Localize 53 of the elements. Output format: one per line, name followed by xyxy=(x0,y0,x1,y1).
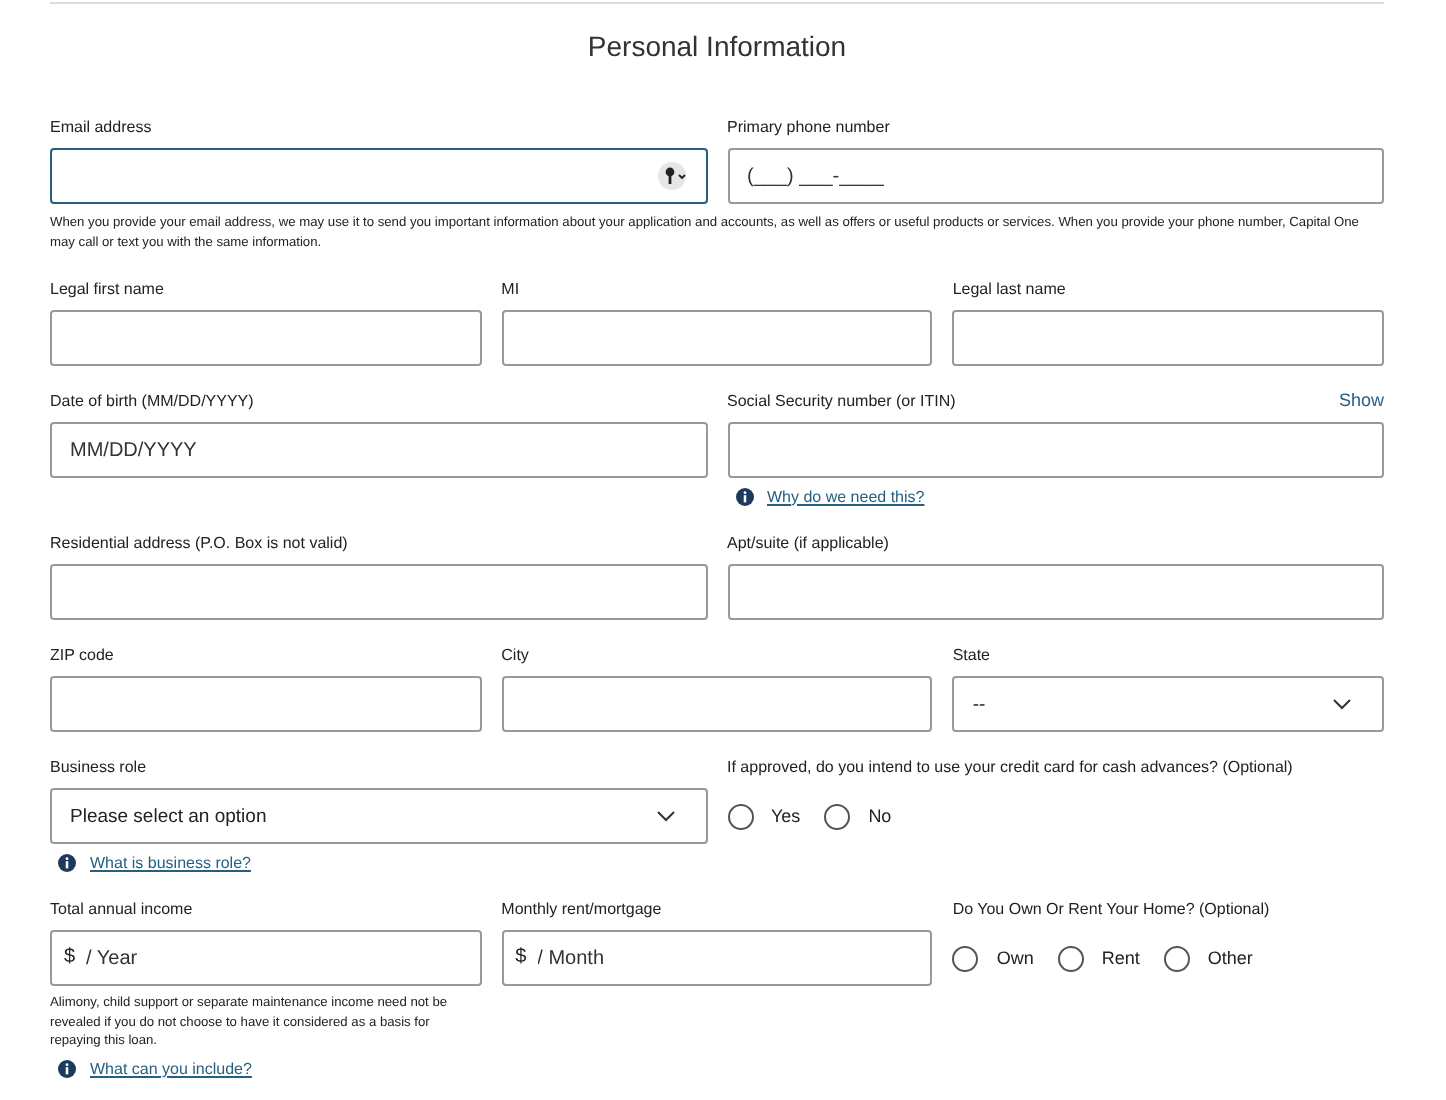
help-link[interactable]: Why do we need this? xyxy=(767,487,925,505)
input-field[interactable] xyxy=(952,310,1384,366)
input-field[interactable] xyxy=(501,676,933,732)
radio-button[interactable] xyxy=(952,945,979,971)
radio-button[interactable] xyxy=(727,803,753,829)
field-label: Social Security number (or ITIN) xyxy=(727,391,956,409)
field-label: Date of birth (MM/DD/YYYY) xyxy=(50,391,254,409)
select-dropdown[interactable]: Please select an option xyxy=(50,788,707,844)
field-label: ZIP code xyxy=(50,645,114,663)
field-label: Legal last name xyxy=(952,279,1066,297)
field-label: If approved, do you intend to use your credit card for cash advances? (Optional) xyxy=(727,757,1293,775)
show-link[interactable]: Show xyxy=(1338,390,1384,410)
field-label: Residential address (P.O. Box is not valid) xyxy=(50,533,348,551)
radio-label[interactable]: No xyxy=(868,806,892,826)
chevron-down-icon xyxy=(655,810,675,822)
input-field[interactable]: (___) ___-____ xyxy=(727,148,1384,204)
radio-button[interactable] xyxy=(1057,945,1084,971)
key-icon[interactable] xyxy=(657,162,689,190)
field-label: Email address xyxy=(50,117,152,135)
currency-symbol: $ xyxy=(515,946,527,970)
input-field[interactable] xyxy=(50,310,482,366)
field-label: Monthly rent/mortgage xyxy=(501,899,662,917)
help-link[interactable]: What is business role? xyxy=(90,853,251,871)
field-label: MI xyxy=(501,279,520,297)
field-label: Total annual income xyxy=(50,899,193,917)
info-icon xyxy=(58,1060,76,1078)
field-label: Primary phone number xyxy=(727,117,890,135)
radio-label[interactable]: Own xyxy=(996,948,1034,968)
input-field[interactable] xyxy=(501,310,933,366)
radio-button[interactable] xyxy=(824,803,851,829)
field-label: Do You Own Or Rent Your Home? (Optional) xyxy=(952,899,1270,917)
radio-button[interactable] xyxy=(1163,945,1190,971)
select-dropdown[interactable]: -- xyxy=(952,676,1384,732)
input-field[interactable] xyxy=(50,148,707,204)
radio-label[interactable]: Rent xyxy=(1101,948,1140,968)
field-label: State xyxy=(952,645,991,663)
page-title: Personal Information xyxy=(585,28,849,64)
input-field[interactable] xyxy=(727,422,1384,478)
field-label: Business role xyxy=(50,757,147,775)
radio-label[interactable]: Yes xyxy=(771,806,801,826)
help-link[interactable]: What can you include? xyxy=(90,1060,252,1078)
info-icon xyxy=(58,853,76,871)
currency-symbol: $ xyxy=(64,946,76,970)
info-icon xyxy=(735,487,753,505)
input-field[interactable]: MM/DD/YYYY xyxy=(50,422,707,478)
chevron-down-icon xyxy=(1332,698,1352,710)
input-field[interactable] xyxy=(50,676,482,732)
input-field[interactable] xyxy=(50,564,707,620)
input-field[interactable] xyxy=(727,564,1384,620)
radio-label[interactable]: Other xyxy=(1207,948,1253,968)
field-label: Apt/suite (if applicable) xyxy=(727,533,889,551)
field-label: Legal first name xyxy=(50,279,164,297)
field-label: City xyxy=(501,645,529,663)
